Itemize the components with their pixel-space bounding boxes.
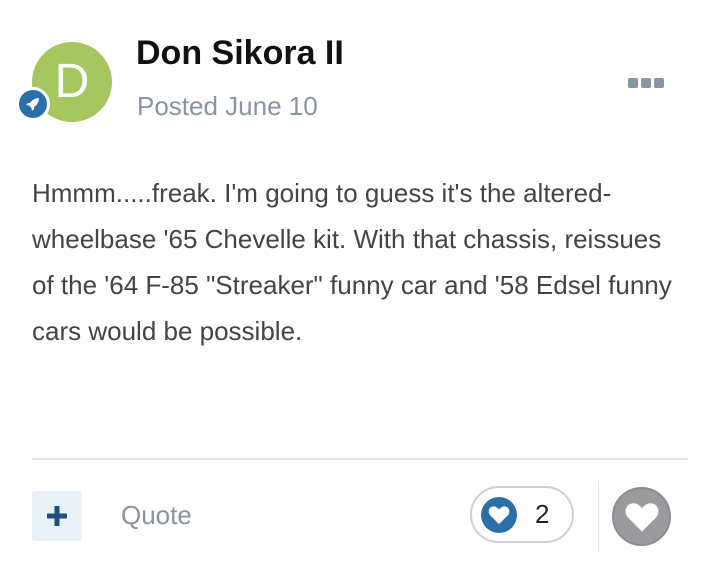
author-name[interactable]: Don Sikora II [136,34,344,73]
rank-badge [16,87,50,121]
multiquote-add-button[interactable] [32,491,82,541]
vertical-divider [598,481,599,552]
heart-icon [488,505,510,524]
reaction-count: 2 [535,499,550,529]
author-avatar-group[interactable]: D [16,42,112,124]
post-content: Hmmm.....freak. I'm going to guess it's … [32,178,672,346]
reaction-summary[interactable]: 2 [470,486,574,543]
react-button[interactable] [612,487,671,546]
more-dot-icon [628,78,638,88]
quote-button[interactable]: Quote [121,500,192,531]
heart-reaction-badge [481,496,517,533]
more-dot-icon [654,78,664,88]
more-dot-icon [641,78,651,88]
more-options-button[interactable] [628,78,666,92]
rocket-icon [26,98,39,111]
heart-icon [625,502,658,532]
divider [32,458,688,460]
plus-icon [47,506,67,526]
post-date[interactable]: Posted June 10 [137,91,318,122]
